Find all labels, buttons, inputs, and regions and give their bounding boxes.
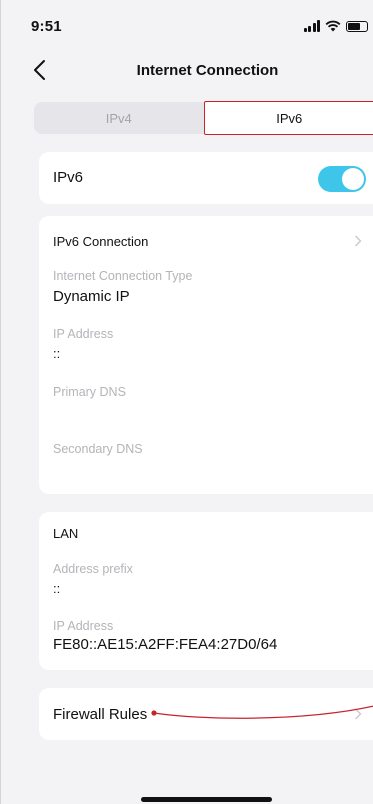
primary-dns-label: Primary DNS bbox=[53, 385, 126, 399]
ip-address-label: IP Address bbox=[53, 327, 114, 341]
tab-ipv6[interactable]: IPv6 bbox=[203, 101, 373, 135]
ipv6-toggle-label: IPv6 bbox=[53, 169, 84, 186]
wifi-icon bbox=[325, 20, 341, 32]
page-title: Internet Connection bbox=[136, 62, 279, 79]
ipv6-connection-title: IPv6 Connection bbox=[53, 234, 149, 249]
lan-ip-address-label: IP Address bbox=[53, 619, 114, 633]
ip-version-tabs: IPv4 IPv6 bbox=[34, 101, 373, 135]
app-screen: 9:51 Internet Connection IPv4 IPv6 IPv6 bbox=[0, 0, 373, 804]
status-icons bbox=[303, 18, 368, 34]
lan-card: LAN Address prefix :: IP Address FE80::A… bbox=[39, 512, 373, 670]
signal-icon bbox=[303, 20, 320, 32]
firewall-rules-row[interactable]: Firewall Rules bbox=[39, 688, 373, 740]
lan-title: LAN bbox=[53, 526, 79, 541]
address-prefix-label: Address prefix bbox=[53, 562, 133, 576]
ipv6-toggle-switch[interactable] bbox=[318, 166, 366, 192]
chevron-right-icon bbox=[355, 708, 362, 720]
ip-address-value: :: bbox=[53, 346, 61, 361]
ipv6-connection-card[interactable]: IPv6 Connection Internet Connection Type… bbox=[39, 216, 373, 494]
ipv6-toggle-card: IPv6 bbox=[39, 152, 373, 204]
connection-type-label: Internet Connection Type bbox=[53, 269, 193, 283]
status-time: 9:51 bbox=[31, 18, 62, 35]
toggle-knob bbox=[342, 168, 364, 190]
firewall-rules-label: Firewall Rules bbox=[53, 706, 148, 723]
home-indicator bbox=[141, 797, 272, 802]
status-bar: 9:51 bbox=[1, 0, 373, 44]
address-prefix-value: :: bbox=[53, 581, 61, 596]
lan-ip-address-value: FE80::AE15:A2FF:FEA4:27D0/64 bbox=[53, 636, 278, 653]
chevron-right-icon bbox=[355, 235, 362, 247]
tab-ipv4[interactable]: IPv4 bbox=[34, 102, 204, 134]
connection-type-value: Dynamic IP bbox=[53, 288, 130, 305]
secondary-dns-label: Secondary DNS bbox=[53, 442, 143, 456]
battery-icon bbox=[346, 20, 368, 32]
nav-bar: Internet Connection bbox=[1, 50, 373, 90]
